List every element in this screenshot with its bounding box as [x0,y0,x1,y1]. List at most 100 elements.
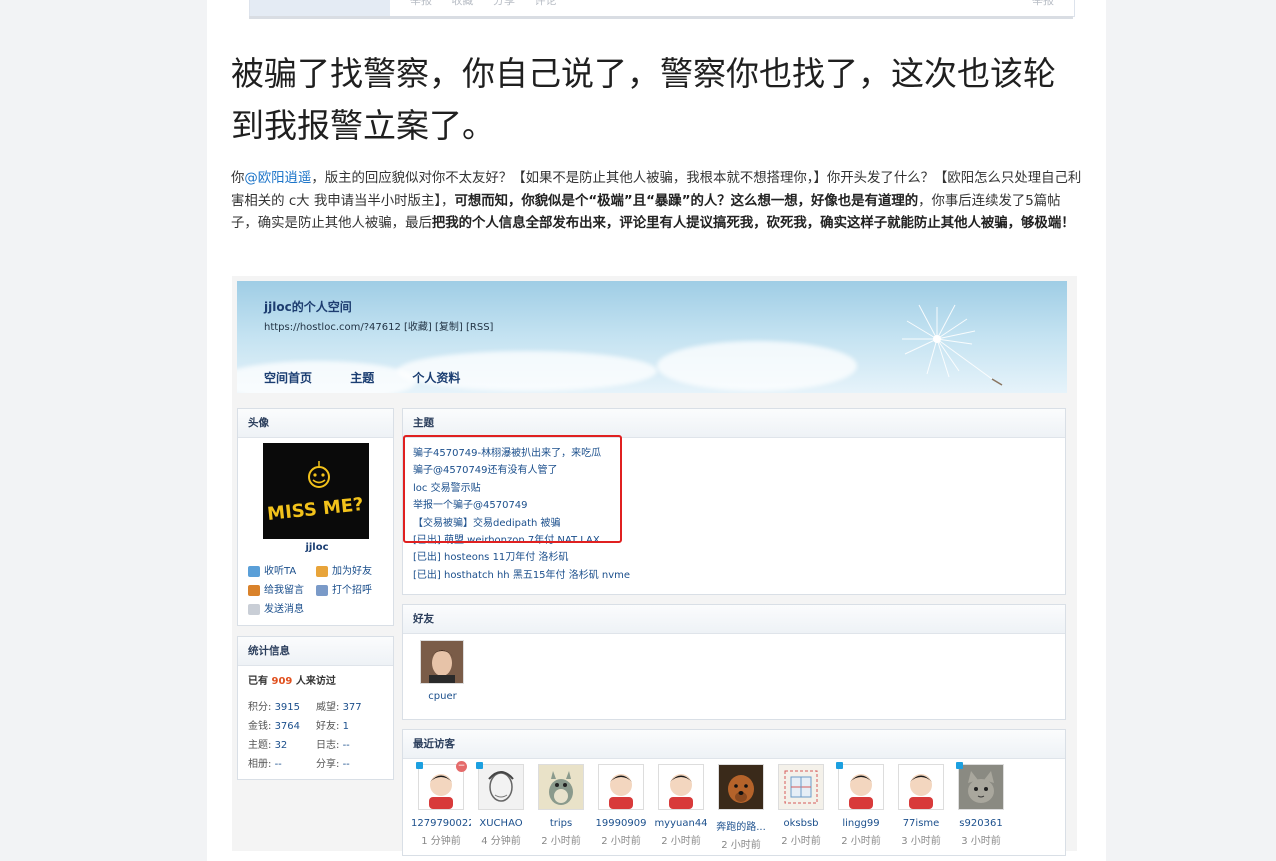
visitor-item[interactable]: − 1279790022 1 分钟前 [411,761,471,847]
card-report-link[interactable]: 举报 [1032,0,1054,8]
visitor-item[interactable]: XUCHAO 4 分钟前 [471,762,531,847]
card-action[interactable]: 评论 [535,0,557,7]
visitor-time: 2 小时前 [721,840,761,851]
visitor-item[interactable]: s920361 3 小时前 [951,762,1011,847]
visitor-name: XUCHAO [479,818,523,829]
stat-row: 主题: 32 [248,740,288,751]
visitor-avatar [538,764,584,810]
box-header: 统计信息 [238,637,393,666]
article-heading: 被骗了找警察，你自己说了，警察你也找了，这次也该轮到我报警立案了。 [231,54,1056,145]
article-paragraph: 你@欧阳逍遥，版主的回应貌似对你不太友好？【如果不是防止其他人被骗，我根本就不想… [231,168,1087,236]
avatar-box: 头像 MISS ME? jjloc 收听TA 加为好友 给我留言 打个招呼 发送… [237,408,394,626]
para-bold: 可想而知，你貌似是个“极端”且“暴躁”的人？这么想一想，好像也是有道理的 [454,193,919,209]
box-header: 头像 [238,409,393,438]
stat-row: 威望: 377 [316,702,362,713]
visitor-name: 奔跑的路... [716,822,766,833]
handshake-icon [316,565,328,577]
visitor-name: s920361 [959,818,1003,829]
visitor-item[interactable]: oksbsb 2 小时前 [771,764,831,847]
space-url[interactable]: https://hostloc.com/?47612 [收藏] [复制] [RS… [264,318,493,333]
nav-profile[interactable]: 个人资料 [412,371,460,385]
visitor-avatar [598,764,644,810]
send-message-link[interactable]: 发送消息 [248,600,304,615]
say-hello-link[interactable]: 打个招呼 [316,581,372,596]
profile-username[interactable]: jjloc [238,542,396,553]
follow-icon [248,565,260,577]
topic-link[interactable]: [已出] hosteons 11刀年付 洛杉矶 [413,549,630,566]
post-content: 举报 收藏 分享 评论 举报 被骗了找警察，你自己说了，警察你也找了，这次也该轮… [207,0,1106,861]
stat-row: 好友: 1 [316,721,349,732]
visitor-time: 2 小时前 [781,836,821,847]
visitor-name: 77isme [902,818,940,829]
visitor-name: myyuan44 [654,818,708,829]
visitor-item[interactable]: myyuan44 2 小时前 [651,764,711,847]
visitor-item[interactable]: trips 2 小时前 [531,764,591,847]
previous-post-card[interactable]: 举报 收藏 分享 评论 举报 [249,0,1075,17]
visitor-avatar [898,764,944,810]
card-actions: 举报 收藏 分享 评论 [410,0,573,8]
dandelion-graphic [902,304,1003,386]
visitor-name: lingg99 [842,818,880,829]
wave-icon [316,584,328,596]
box-header: 好友 [403,605,1065,634]
visitor-time: 1 分钟前 [421,836,461,847]
space-title[interactable]: jjloc的个人空间 [264,298,352,315]
visitors-box: 最近访客 − 1279790022 1 分钟前 XUCHAO 4 分钟前 tri… [402,729,1066,856]
default-avatar-icon [419,765,463,809]
stat-row: 日志: -- [316,740,350,751]
stat-row: 分享: -- [316,759,350,770]
visitor-time: 3 小时前 [901,836,941,847]
visitor-name: 19990909 [595,818,647,829]
card-action[interactable]: 收藏 [452,0,474,7]
default-avatar-icon [839,765,883,809]
visitor-time: 3 小时前 [961,836,1001,847]
visitor-name: oksbsb [783,818,819,829]
box-header: 最近访客 [403,730,1065,759]
visitor-item[interactable]: 奔跑的路... 2 小时前 [711,764,771,851]
visitor-avatar [836,762,884,810]
user-mention-link[interactable]: @欧阳逍遥 [244,171,311,186]
friends-box: 好友 cpuer [402,604,1066,720]
topics-box: 主题 骗子4570749-林栩瀑被扒出来了，来吃瓜 骗子@4570749还有没有… [402,408,1066,595]
stat-row: 金钱: 3764 [248,721,301,732]
stat-row: 积分: 3915 [248,702,301,713]
sketch-portrait-icon [479,765,523,809]
topic-link[interactable]: [已出] hosthatch hh 黑五15年付 洛杉矶 nvme [413,567,630,584]
visitor-avatar [778,764,824,810]
divider [249,16,1073,19]
visitor-item[interactable]: 77isme 3 小时前 [891,764,951,847]
visitor-time: 4 分钟前 [481,836,521,847]
follow-link[interactable]: 收听TA [248,562,296,577]
avatar[interactable]: MISS ME? [263,443,369,539]
visitor-time: 2 小时前 [601,836,641,847]
default-avatar-icon [899,765,943,809]
friend-name[interactable]: cpuer [415,691,470,702]
friend-avatar[interactable] [420,640,464,684]
visitor-item[interactable]: lingg99 2 小时前 [831,762,891,847]
space-banner: jjloc的个人空间 https://hostloc.com/?47612 [收… [237,281,1067,393]
person-photo-icon [421,641,463,683]
nav-topics[interactable]: 主题 [350,371,374,385]
pencil-icon [248,584,260,596]
visitor-avatar [718,764,764,810]
visitor-item[interactable]: 19990909 2 小时前 [591,764,651,847]
leave-message-link[interactable]: 给我留言 [248,581,304,596]
visitor-avatar: − [416,761,467,810]
visits-count: 909 [271,676,293,687]
default-avatar-icon [659,765,703,809]
miss-me-smiley-icon: MISS ME? [266,461,365,525]
cat-photo-icon [959,765,1003,809]
space-nav: 空间首页 主题 个人资料 [264,369,494,386]
embedded-screenshot: jjloc的个人空间 https://hostloc.com/?47612 [收… [232,276,1077,856]
visitor-avatar [476,762,524,810]
remove-icon[interactable]: − [456,761,467,772]
nav-space-home[interactable]: 空间首页 [264,371,312,385]
card-action[interactable]: 举报 [410,0,432,7]
visitor-avatar [658,764,704,810]
card-action[interactable]: 分享 [493,0,515,7]
visitor-time: 2 小时前 [661,836,701,847]
pattern-avatar-icon [779,765,823,809]
envelope-icon [248,603,260,615]
add-friend-link[interactable]: 加为好友 [316,562,372,577]
para-text: 你 [231,171,245,186]
